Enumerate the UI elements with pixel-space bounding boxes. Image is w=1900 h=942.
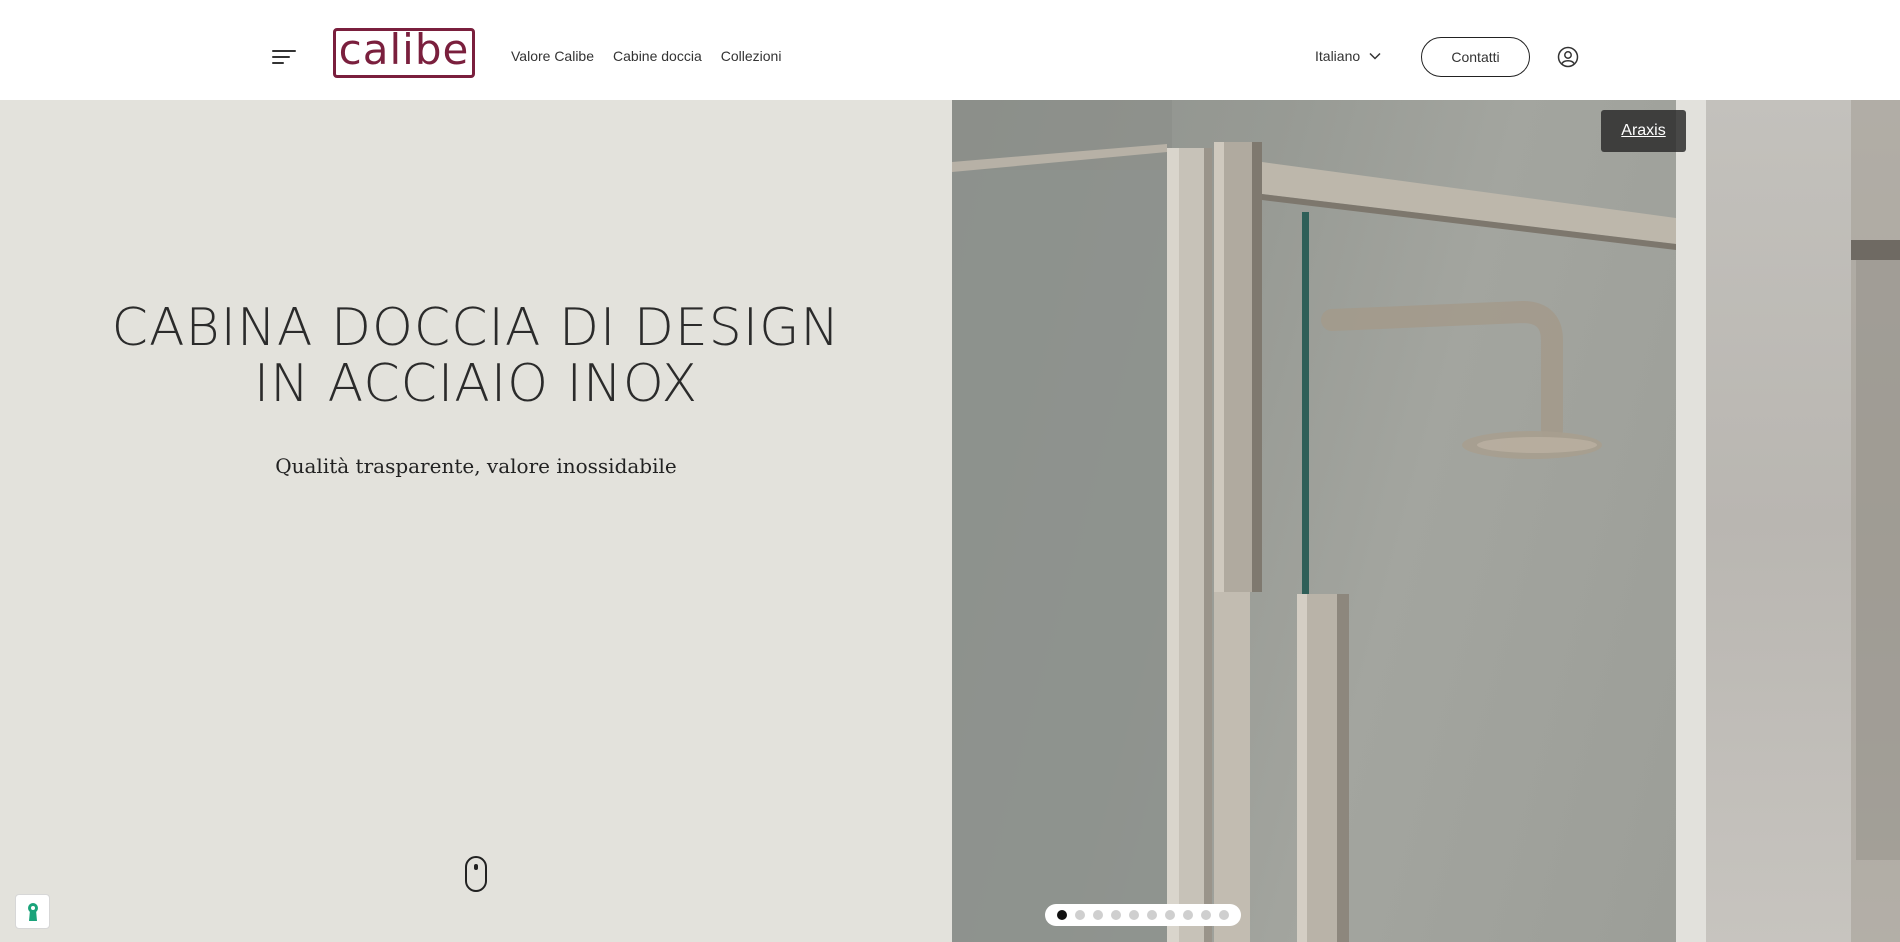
- logo-text: calibe: [338, 25, 470, 74]
- slide-caption-link[interactable]: Araxis: [1601, 110, 1686, 152]
- slide-dot-10[interactable]: [1219, 910, 1229, 920]
- slide-dot-7[interactable]: [1165, 910, 1175, 920]
- next-slide-image: [1706, 100, 1900, 942]
- slide-dot-2[interactable]: [1075, 910, 1085, 920]
- shower-cabin-illustration: [952, 100, 1676, 942]
- slide-gap: [1676, 100, 1706, 942]
- nav-item-valore-calibe[interactable]: Valore Calibe: [511, 48, 594, 64]
- nav-item-collezioni[interactable]: Collezioni: [721, 48, 782, 64]
- next-slide-illustration: [1851, 100, 1900, 942]
- hero-text-panel: CABINA DOCCIA DI DESIGN IN ACCIAIO INOX …: [0, 100, 952, 942]
- slide-dot-5[interactable]: [1129, 910, 1139, 920]
- hero-title: CABINA DOCCIA DI DESIGN IN ACCIAIO INOX: [0, 300, 952, 412]
- slide-dot-8[interactable]: [1183, 910, 1193, 920]
- hero-slide-image: [952, 100, 1676, 942]
- language-selector[interactable]: Italiano: [1315, 48, 1382, 64]
- slider-pagination: [1045, 904, 1241, 926]
- site-header: calibe Valore Calibe Cabine doccia Colle…: [0, 0, 1900, 100]
- hero-title-line-1: CABINA DOCCIA DI DESIGN: [111, 298, 841, 358]
- calibe-logo[interactable]: calibe: [333, 28, 475, 78]
- slide-dot-9[interactable]: [1201, 910, 1211, 920]
- slide-dot-6[interactable]: [1147, 910, 1157, 920]
- slide-dot-1[interactable]: [1057, 910, 1067, 920]
- cookie-preferences-button[interactable]: [15, 894, 50, 929]
- chevron-down-icon: [1369, 52, 1381, 60]
- main-nav: Valore Calibe Cabine doccia Collezioni: [511, 48, 781, 64]
- keyhole-icon: [27, 902, 38, 921]
- user-icon[interactable]: [1557, 46, 1579, 68]
- hero-subtitle: Qualità trasparente, valore inossidabile: [275, 454, 677, 478]
- mouse-scroll-icon[interactable]: [465, 856, 487, 892]
- contact-button[interactable]: Contatti: [1421, 37, 1530, 77]
- language-label: Italiano: [1315, 48, 1361, 64]
- slide-dot-4[interactable]: [1111, 910, 1121, 920]
- nav-item-cabine-doccia[interactable]: Cabine doccia: [613, 48, 702, 64]
- slide-dot-3[interactable]: [1093, 910, 1103, 920]
- hamburger-menu-icon[interactable]: [272, 46, 298, 68]
- hero-title-line-2: IN ACCIAIO INOX: [253, 354, 699, 414]
